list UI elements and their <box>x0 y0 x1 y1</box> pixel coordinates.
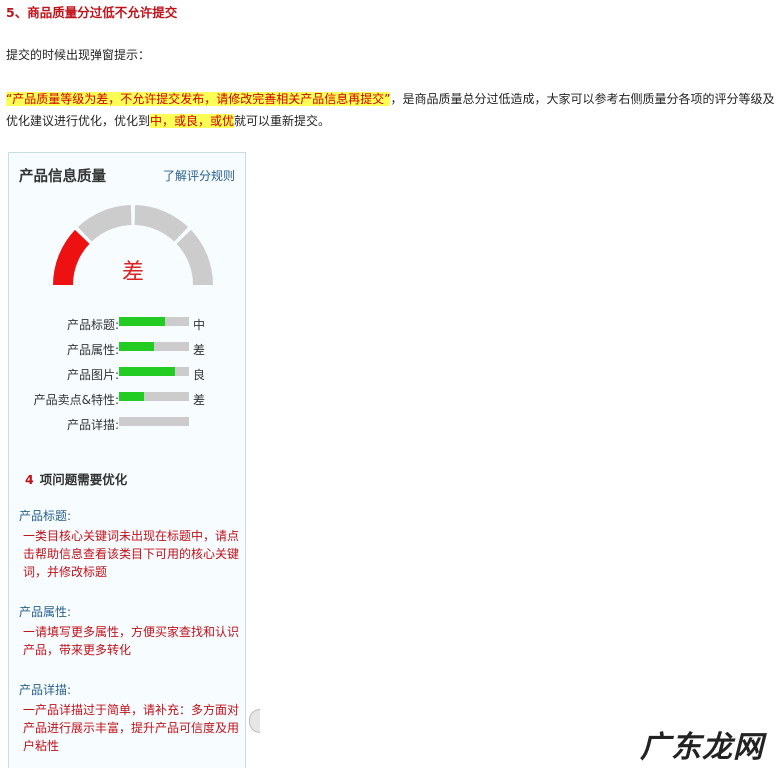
metric-bar <box>119 392 189 401</box>
metric-bar-fill <box>119 342 154 351</box>
rules-link[interactable]: 了解评分规则 <box>163 167 235 184</box>
issue-line: 产品，带来更多转化 <box>23 643 132 657</box>
metric-bar-fill <box>119 392 144 401</box>
issue-line: 击帮助信息查看该类目下可用的核心关键 <box>23 547 240 561</box>
issue-title: 产品标题: <box>19 509 72 523</box>
metric-level: 良 <box>193 368 206 382</box>
panel-title: 产品信息质量 <box>19 169 106 185</box>
metric-row: 产品详描: <box>9 416 247 432</box>
issues-label: 项问题需要优化 <box>39 472 128 487</box>
metric-level: 差 <box>193 343 206 357</box>
highlight-quote: “产品质量等级为差，不允许提交发布，请修改完善相关产品信息再提交” <box>6 92 391 106</box>
quality-gauge: 差 <box>53 205 213 285</box>
paragraph-tail: 就可以重新提交。 <box>234 114 331 128</box>
issue-line: 词，并修改标题 <box>23 565 108 579</box>
metric-row: 产品卖点&特性: 差 <box>9 391 247 407</box>
issue-line: 一产品详描过于简单，请补充：多方面对 <box>23 703 240 717</box>
metric-row: 产品图片: 良 <box>9 366 247 382</box>
issue-line: 产品进行展示丰富，提升产品可信度及用 <box>23 721 240 735</box>
metric-bar <box>119 367 189 376</box>
metric-bar <box>119 417 189 426</box>
issue-line: 一类目核心关键词未出现在标题中，请点 <box>23 529 240 543</box>
metric-label: 产品属性: <box>66 343 119 357</box>
gauge-segment <box>77 205 132 242</box>
issue-line: 一请填写更多属性，方便买家查找和认识 <box>23 625 240 639</box>
metric-label: 产品卖点&特性: <box>33 393 119 407</box>
metric-bar <box>119 342 189 351</box>
highlight-levels: 中，或良，或优 <box>150 114 235 128</box>
issue-description: 一产品详描过于简单，请补充：多方面对 产品进行展示丰富，提升产品可信度及用 户粘性 <box>23 701 243 755</box>
metric-bar-fill <box>119 317 165 326</box>
issues-summary: 4 项问题需要优化 <box>25 469 127 488</box>
metric-level: 差 <box>193 393 206 407</box>
issue-description: 一请填写更多属性，方便买家查找和认识 产品，带来更多转化 <box>23 623 243 659</box>
gauge-segment <box>53 229 90 285</box>
gauge-segment <box>134 205 189 242</box>
metric-bar-fill <box>119 367 175 376</box>
metric-label: 产品详描: <box>66 418 119 432</box>
quality-panel: 产品信息质量 了解评分规则 差 产品标题: 中产品属性: 差产品图片: 良产品卖点&特… <box>8 152 260 768</box>
metric-label: 产品标题: <box>66 318 119 332</box>
gauge-segment <box>176 229 213 285</box>
metric-row: 产品标题: 中 <box>9 316 247 332</box>
issues-count: 4 <box>25 472 34 487</box>
article-intro: 提交的时候出现弹窗提示： <box>6 48 151 62</box>
metric-bar <box>119 317 189 326</box>
scroll-handle[interactable] <box>249 709 260 733</box>
metric-label: 产品图片: <box>66 368 119 382</box>
watermark-logo: 广东龙网 <box>640 730 764 765</box>
issue-description: 一类目核心关键词未出现在标题中，请点 击帮助信息查看该类目下可用的核心关键 词，并修… <box>23 527 243 581</box>
issue-title: 产品详描: <box>19 683 72 697</box>
metric-level: 中 <box>193 318 206 332</box>
metric-row: 产品属性: 差 <box>9 341 247 357</box>
issue-title: 产品属性: <box>19 605 72 619</box>
grade-text: 差 <box>122 260 144 285</box>
issue-line: 户粘性 <box>23 739 60 753</box>
article-heading: 5、商品质量分过低不允许提交 <box>6 5 178 20</box>
article-paragraph: “产品质量等级为差，不允许提交发布，请修改完善相关产品信息再提交”，是商品质量总… <box>6 88 776 132</box>
